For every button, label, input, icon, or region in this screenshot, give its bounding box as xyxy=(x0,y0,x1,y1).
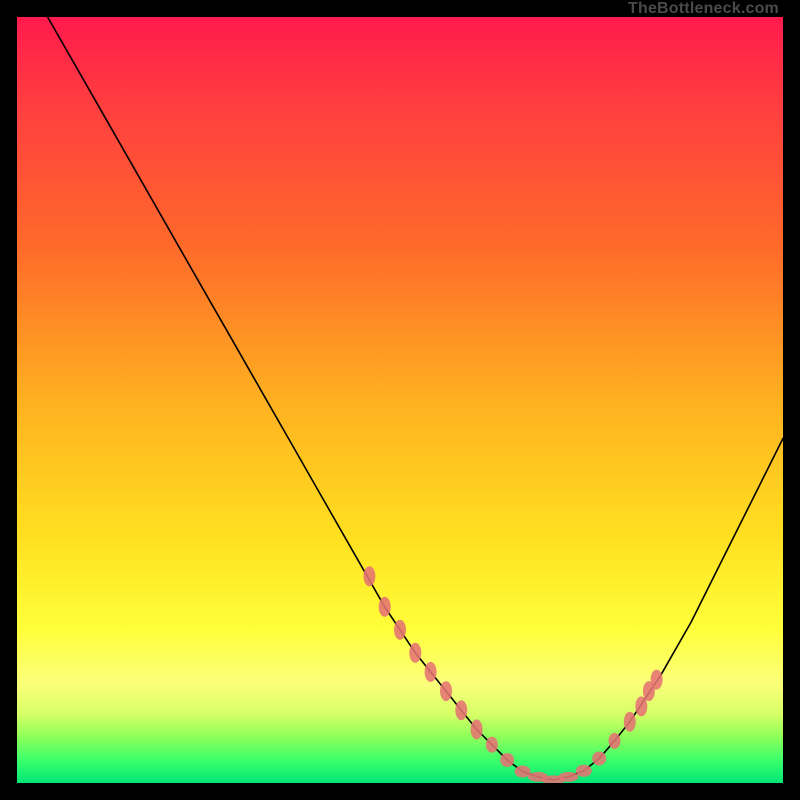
highlight-markers xyxy=(363,566,662,783)
marker-point xyxy=(471,719,483,739)
plot-area xyxy=(17,17,783,783)
marker-point xyxy=(609,733,621,749)
marker-point xyxy=(440,681,452,701)
marker-point xyxy=(379,597,391,617)
marker-point xyxy=(592,752,606,766)
marker-point xyxy=(559,772,579,782)
marker-point xyxy=(455,700,467,720)
marker-point xyxy=(363,566,375,586)
marker-point xyxy=(500,753,514,767)
watermark-text: TheBottleneck.com xyxy=(628,0,779,18)
outer-frame: TheBottleneck.com xyxy=(0,0,800,800)
marker-point xyxy=(635,696,647,716)
marker-point xyxy=(409,643,421,663)
marker-point xyxy=(651,670,663,690)
marker-point xyxy=(486,737,498,753)
marker-point xyxy=(394,620,406,640)
marker-point xyxy=(624,712,636,732)
chart-svg xyxy=(17,17,783,783)
marker-point xyxy=(425,662,437,682)
bottleneck-curve xyxy=(17,17,783,780)
marker-point xyxy=(576,765,592,777)
